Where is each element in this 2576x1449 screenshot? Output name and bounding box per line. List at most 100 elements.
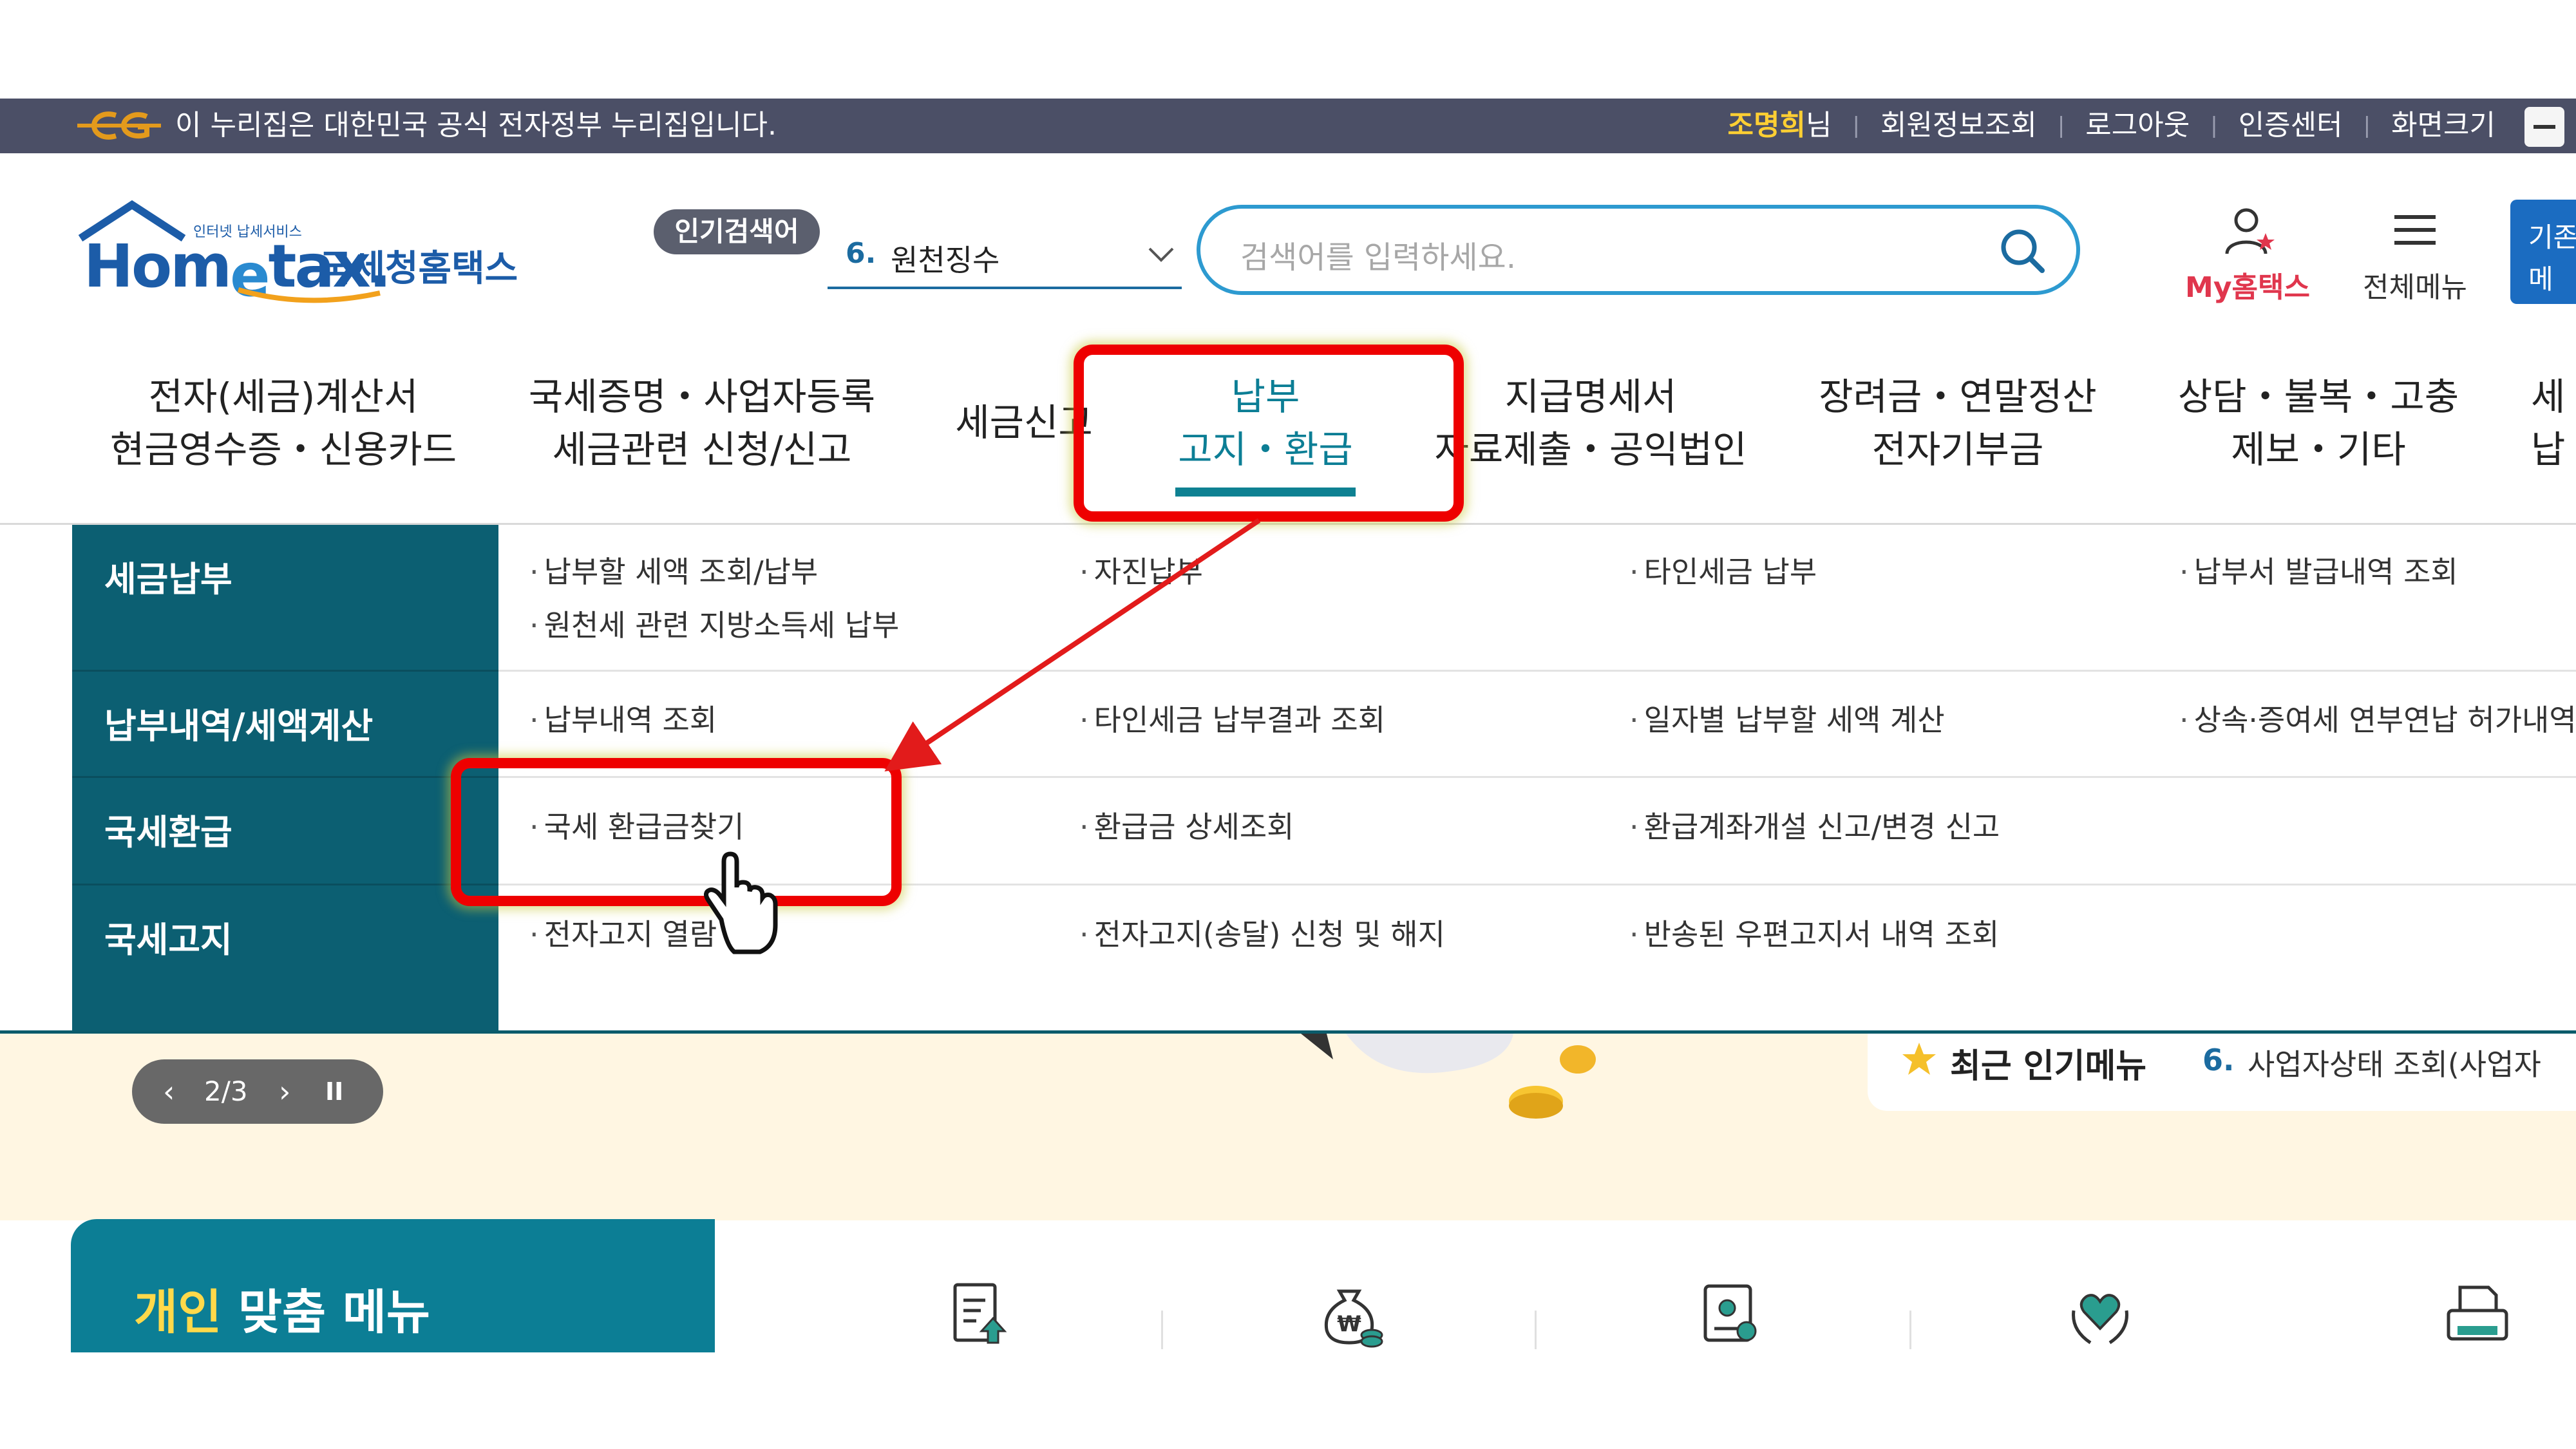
popular-search-badge: 인기검색어	[654, 209, 820, 254]
popular-term: 원천징수	[891, 243, 1000, 278]
gnb-tab-more[interactable]: 세 납	[2531, 370, 2576, 476]
gov-notice-text: 이 누리집은 대한민국 공식 전자정부 누리집입니다.	[175, 109, 777, 142]
all-menu-label: 전체메뉴	[2363, 271, 2467, 304]
screen-size-link[interactable]: 화면크기	[2391, 106, 2496, 145]
gnb-line: 세금관련 신청/신고	[552, 428, 852, 471]
user-name-suffix: 님	[1805, 109, 1832, 142]
personal-title-rest: 맞춤 메뉴	[222, 1285, 431, 1340]
search-input[interactable]: 검색어를 입력하세요.	[1197, 205, 2080, 295]
gnb-line: 세	[2531, 375, 2566, 419]
recent-rank: 6.	[2202, 1043, 2235, 1077]
divider: |	[1852, 113, 1860, 138]
legacy-menu-label-2: 메	[2528, 263, 2553, 295]
legacy-menu-button[interactable]: 기존 메	[2510, 200, 2576, 304]
gnb-tab-e-invoice[interactable]: 전자(세금)계산서 현금영수증・신용카드	[103, 370, 464, 476]
gnb-line: 국세증명・사업자등록	[528, 375, 876, 419]
slider-prev-button[interactable]: ‹	[163, 1072, 175, 1111]
section-title-tax-payment[interactable]: 세금납부	[104, 551, 232, 601]
icon-divider	[1535, 1311, 1537, 1349]
gnb-line: 자료제출・공익법인	[1434, 428, 1747, 471]
gnb-line: 현금영수증・신용카드	[109, 428, 457, 471]
menu-item-returned-mail[interactable]: 반송된 우편고지서 내역 조회	[1629, 911, 2000, 954]
member-info-link[interactable]: 회원정보조회	[1880, 106, 2037, 145]
gnb-line: 지급명세서	[1504, 375, 1677, 419]
menu-item-refund-account[interactable]: 환급계좌개설 신고/변경 신고	[1629, 804, 2000, 846]
chevron-down-icon	[1148, 247, 1174, 262]
legacy-menu-label-1: 기존	[2528, 222, 2576, 253]
zoom-out-button[interactable]	[2524, 107, 2564, 147]
search-icon[interactable]	[1997, 225, 2047, 276]
minus-icon	[2533, 125, 2555, 129]
gnb-line: 장려금・연말정산	[1819, 375, 2097, 419]
highlight-box-refund-item	[451, 758, 902, 906]
recent-popular-menu: 최근 인기메뉴 6. 사업자상태 조회(사업자	[1868, 1034, 2576, 1111]
menu-item-payment-history[interactable]: 납부내역 조회	[529, 697, 717, 739]
svg-text:₩: ₩	[1337, 1311, 1361, 1337]
printer-icon[interactable]	[2441, 1278, 2512, 1349]
sidebar-divider	[72, 776, 498, 778]
section-title-tax-notice[interactable]: 국세고지	[104, 911, 232, 962]
gnb-tab-consulting[interactable]: 상담・불복・고충 제보・기타	[2151, 370, 2486, 476]
coin-illustration-icon	[1301, 1034, 1596, 1119]
user-name: 조명희	[1727, 109, 1806, 142]
menu-item-daily-tax-calc[interactable]: 일자별 납부할 세액 계산	[1629, 697, 1945, 739]
gnb-line: 전자(세금)계산서	[148, 375, 419, 419]
logout-link[interactable]: 로그아웃	[2085, 106, 2190, 145]
menu-item-installment-permission[interactable]: 상속·증여세 연부연납 허가내역	[2179, 697, 2576, 739]
gnb-tab-certificate[interactable]: 국세증명・사업자등록 세금관련 신청/신고	[522, 370, 882, 476]
my-hometax-label: My홈택스	[2185, 271, 2310, 304]
menu-item-payment-slip-history[interactable]: 납부서 발급내역 조회	[2179, 549, 2458, 591]
highlight-box-payment-tab	[1074, 345, 1464, 522]
icon-divider	[1909, 1311, 1911, 1349]
gov-banner: 이 누리집은 대한민국 공식 전자정부 누리집입니다. 조명희 님 | 회원정보…	[0, 99, 2576, 153]
menu-item-check-payable-tax[interactable]: 납부할 세액 조회/납부	[529, 549, 819, 591]
heart-hands-icon[interactable]	[2065, 1278, 2136, 1349]
logo-word-1: Hom	[84, 232, 232, 301]
hometax-logo[interactable]: 인터넷 납세서비스 Hometax. 국세청홈택스	[74, 200, 525, 310]
sidebar-divider	[72, 884, 498, 886]
recent-menu-item[interactable]: 사업자상태 조회(사업자	[2248, 1041, 2541, 1084]
logo-korean-name: 국세청홈택스	[319, 248, 518, 290]
certificate-icon[interactable]	[1694, 1278, 1765, 1349]
egov-logo-icon	[77, 111, 161, 140]
menu-item-e-notice-apply[interactable]: 전자고지(송달) 신청 및 해지	[1079, 911, 1445, 954]
gnb-line: 전자기부금	[1871, 428, 2044, 471]
menu-item-withholding-local-tax[interactable]: 원천세 관련 지방소득세 납부	[529, 602, 900, 645]
gnb-line: 납	[2531, 428, 2566, 471]
gnb-tab-statement[interactable]: 지급명세서 자료제출・공익법인	[1423, 370, 1758, 476]
mega-menu-sidebar: 세금납부 납부내역/세액계산 국세환급 국세고지	[72, 525, 498, 1034]
section-title-payment-history[interactable]: 납부내역/세액계산	[104, 697, 373, 748]
personal-menu-tab[interactable]: 개인 맞춤 메뉴	[71, 1219, 715, 1352]
slider-controls: ‹ 2/3 › II	[132, 1059, 383, 1124]
sidebar-divider	[72, 670, 498, 672]
section-title-tax-refund[interactable]: 국세환급	[104, 804, 232, 855]
personal-title-highlight: 개인	[134, 1285, 222, 1340]
star-icon	[1902, 1043, 1936, 1075]
search-placeholder: 검색어를 입력하세요.	[1240, 240, 1516, 276]
menu-item-self-payment[interactable]: 자진납부	[1079, 549, 1203, 591]
gnb-line: 제보・기타	[2231, 428, 2406, 471]
gnb-tab-incentive[interactable]: 장려금・연말정산 전자기부금	[1797, 370, 2119, 476]
divider: |	[2363, 113, 2371, 138]
popular-search-select[interactable]: 6. 원천징수	[828, 225, 1182, 289]
personal-menu-title: 개인 맞춤 메뉴	[134, 1274, 430, 1343]
all-menu-button[interactable]: 전체메뉴	[2344, 205, 2486, 304]
menu-item-pay-others-tax[interactable]: 타인세금 납부	[1629, 549, 1817, 591]
popular-rank: 6.	[846, 237, 876, 270]
menu-item-view-e-notice[interactable]: 전자고지 열람	[529, 911, 717, 954]
user-star-icon	[2225, 208, 2275, 254]
icon-divider	[1161, 1311, 1163, 1349]
slider-pause-button[interactable]: II	[325, 1072, 343, 1111]
cert-center-link[interactable]: 인증센터	[2239, 106, 2343, 145]
my-hometax-button[interactable]: My홈택스	[2177, 205, 2318, 304]
hamburger-icon	[2394, 215, 2436, 245]
gnb-line: 상담・불복・고충	[2177, 375, 2459, 419]
recent-menu-label: 최근 인기메뉴	[1950, 1047, 2147, 1086]
menu-item-others-payment-result[interactable]: 타인세금 납부결과 조회	[1079, 697, 1385, 739]
divider: |	[2210, 113, 2218, 138]
slider-next-button[interactable]: ›	[279, 1072, 290, 1111]
menu-item-refund-details[interactable]: 환급금 상세조회	[1079, 804, 1294, 846]
money-bag-icon[interactable]: ₩	[1314, 1278, 1385, 1349]
document-upload-icon[interactable]	[945, 1278, 1016, 1349]
slider-page-indicator: 2/3	[204, 1075, 248, 1107]
